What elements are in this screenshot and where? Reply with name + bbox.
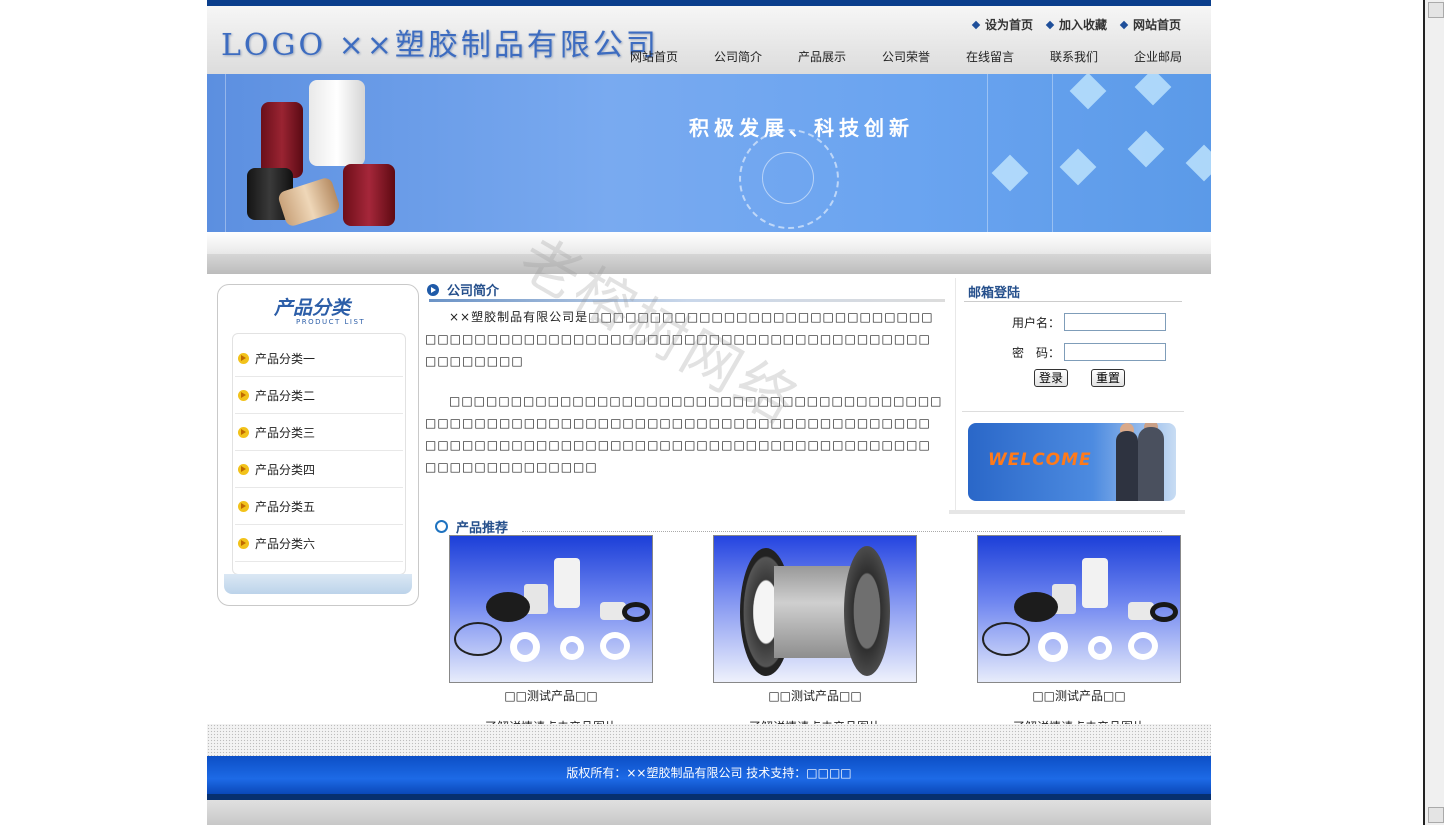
password-row: 密 码： [1012, 343, 1167, 361]
scroll-up-icon[interactable] [1428, 2, 1444, 18]
banner-strip [207, 232, 1211, 254]
product-name[interactable]: □□测试产品□□ [449, 687, 653, 704]
nav-guestbook[interactable]: 在线留言 [966, 48, 1050, 65]
product-image[interactable] [449, 535, 653, 683]
sidebar-footer [224, 574, 412, 594]
banner-circle-decoration [762, 152, 814, 204]
vertical-scrollbar[interactable] [1423, 0, 1444, 825]
username-row: 用户名： [1012, 313, 1167, 331]
banner-square-decoration [1059, 148, 1097, 186]
welcome-banner[interactable]: WELCOME [968, 423, 1176, 501]
banner: 积极发展、科技创新 [207, 74, 1211, 232]
product-image[interactable] [713, 535, 917, 683]
diamond-icon [1045, 20, 1055, 29]
nav-products[interactable]: 产品展示 [798, 48, 882, 65]
arrow-icon [238, 426, 249, 438]
logo[interactable]: LOGO ××塑胶制品有限公司 [221, 20, 659, 64]
sidebar-subtitle: PRODUCT LIST [296, 318, 366, 326]
page: LOGO ××塑胶制品有限公司 设为首页 加入收藏 网站首页 网站首页 公司简介… [207, 0, 1211, 825]
about-paragraph: □□□□□□□□□□□□□□□□□□□□□□□□□□□□□□□□□□□□□□□□… [425, 394, 943, 474]
product-category-sidebar: 产品分类 PRODUCT LIST 产品分类一 产品分类二 产品分类三 产品分类… [217, 284, 419, 606]
swirl-icon [435, 520, 448, 533]
category-item[interactable]: 产品分类三 [235, 414, 403, 451]
site-home-link[interactable]: 网站首页 [1119, 16, 1181, 33]
header: LOGO ××塑胶制品有限公司 设为首页 加入收藏 网站首页 网站首页 公司简介… [207, 6, 1211, 74]
banner-strip [207, 254, 1211, 274]
product-card[interactable]: □□测试产品□□ 了解详情请点击产品图片 [977, 535, 1181, 735]
arrow-icon [238, 352, 249, 364]
product-image[interactable] [977, 535, 1181, 683]
login-button[interactable]: 登录 [1034, 369, 1069, 387]
mail-login-box: 邮箱登陆 用户名： 密 码： 登录 重置 WELCOME [955, 278, 1188, 510]
password-input[interactable] [1064, 343, 1167, 361]
copyright-text: 版权所有：××塑胶制品有限公司 技术支持：□□□□ [566, 766, 852, 780]
banner-line [225, 74, 226, 232]
divider [962, 411, 1184, 412]
category-list: 产品分类一 产品分类二 产品分类三 产品分类四 产品分类五 产品分类六 [232, 333, 406, 575]
banner-square-decoration [1069, 74, 1107, 110]
category-item[interactable]: 产品分类四 [235, 451, 403, 488]
arrow-icon [238, 500, 249, 512]
banner-line [987, 74, 988, 232]
banner-line [1052, 74, 1053, 232]
category-item[interactable]: 产品分类二 [235, 377, 403, 414]
footer-dots [207, 724, 1211, 756]
username-input[interactable] [1064, 313, 1167, 331]
divider [964, 301, 1182, 302]
arrow-icon [238, 463, 249, 475]
main-nav: 网站首页 公司简介 产品展示 公司荣誉 在线留言 联系我们 企业邮局 [630, 48, 1218, 65]
sidebar-title: 产品分类 [274, 297, 351, 319]
username-label: 用户名： [1012, 315, 1061, 330]
category-item[interactable]: 产品分类五 [235, 488, 403, 525]
category-item[interactable]: 产品分类六 [235, 525, 403, 562]
nav-mail[interactable]: 企业邮局 [1134, 48, 1218, 65]
banner-square-decoration [1127, 130, 1165, 168]
section-rule [522, 531, 1162, 533]
product-rolls-image [247, 80, 397, 228]
banner-square-decoration [991, 154, 1029, 192]
about-section-title: 公司简介 [427, 280, 499, 299]
arrow-circle-icon [427, 283, 439, 296]
nav-about[interactable]: 公司简介 [714, 48, 798, 65]
add-favorite-link[interactable]: 加入收藏 [1045, 16, 1107, 33]
mail-login-title: 邮箱登陆 [968, 286, 1021, 301]
diamond-icon [971, 20, 981, 29]
products-section-title: 产品推荐 [435, 517, 508, 536]
set-homepage-link[interactable]: 设为首页 [971, 16, 1033, 33]
divider [949, 510, 1185, 514]
welcome-text: WELCOME [988, 450, 1092, 470]
arrow-icon [238, 537, 249, 549]
product-name[interactable]: □□测试产品□□ [713, 687, 917, 704]
banner-square-decoration [1185, 144, 1211, 182]
arrow-icon [238, 389, 249, 401]
password-label: 密 码： [1012, 345, 1061, 360]
top-links: 设为首页 加入收藏 网站首页 [971, 16, 1181, 33]
product-name[interactable]: □□测试产品□□ [977, 687, 1181, 704]
diamond-icon [1119, 20, 1129, 29]
footer: 版权所有：××塑胶制品有限公司 技术支持：□□□□ [207, 756, 1211, 794]
reset-button[interactable]: 重置 [1091, 369, 1126, 387]
banner-slogan: 积极发展、科技创新 [689, 116, 914, 140]
nav-home[interactable]: 网站首页 [630, 48, 714, 65]
product-card[interactable]: □□测试产品□□ 了解详情请点击产品图片 [713, 535, 917, 735]
product-card[interactable]: □□测试产品□□ 了解详情请点击产品图片 [449, 535, 653, 735]
banner-square-decoration [1134, 74, 1172, 106]
nav-honors[interactable]: 公司荣誉 [882, 48, 966, 65]
nav-contact[interactable]: 联系我们 [1050, 48, 1134, 65]
footer-bar [207, 800, 1211, 825]
category-item[interactable]: 产品分类一 [235, 340, 403, 377]
scroll-down-icon[interactable] [1428, 807, 1444, 823]
